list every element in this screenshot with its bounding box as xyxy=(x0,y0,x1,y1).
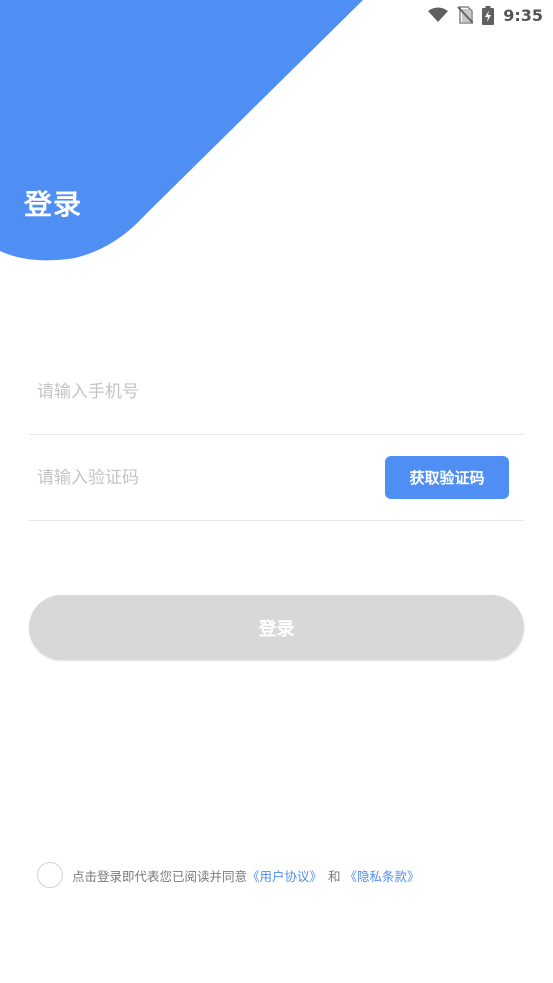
verification-code-input[interactable] xyxy=(37,435,367,521)
battery-charging-icon xyxy=(482,5,495,25)
status-time: 9:35 xyxy=(503,5,543,25)
get-code-button[interactable]: 获取验证码 xyxy=(385,456,509,499)
agreement-text: 点击登录即代表您已阅读并同意 xyxy=(72,868,248,884)
phone-field xyxy=(29,349,524,435)
agree-checkbox[interactable] xyxy=(37,862,63,888)
agreement-row: 点击登录即代表您已阅读并同意 《用户协议》 和 《隐私条款》 xyxy=(37,860,420,890)
no-sim-icon xyxy=(457,6,474,24)
user-agreement-link[interactable]: 《用户协议》 xyxy=(247,866,322,885)
code-field: 获取验证码 xyxy=(29,435,524,521)
header-shape xyxy=(0,0,363,261)
login-screen: 9:35 登录 获取验证码 登录 点击登录即代表您已阅读并同意 《用户协议》 和… xyxy=(0,0,553,983)
wifi-icon xyxy=(428,7,449,23)
agreement-and-text: 和 xyxy=(328,868,341,884)
status-bar: 9:35 xyxy=(428,0,553,30)
login-button[interactable]: 登录 xyxy=(29,595,524,660)
privacy-terms-link[interactable]: 《隐私条款》 xyxy=(345,866,420,885)
phone-input[interactable] xyxy=(37,349,367,435)
page-title: 登录 xyxy=(24,188,83,221)
